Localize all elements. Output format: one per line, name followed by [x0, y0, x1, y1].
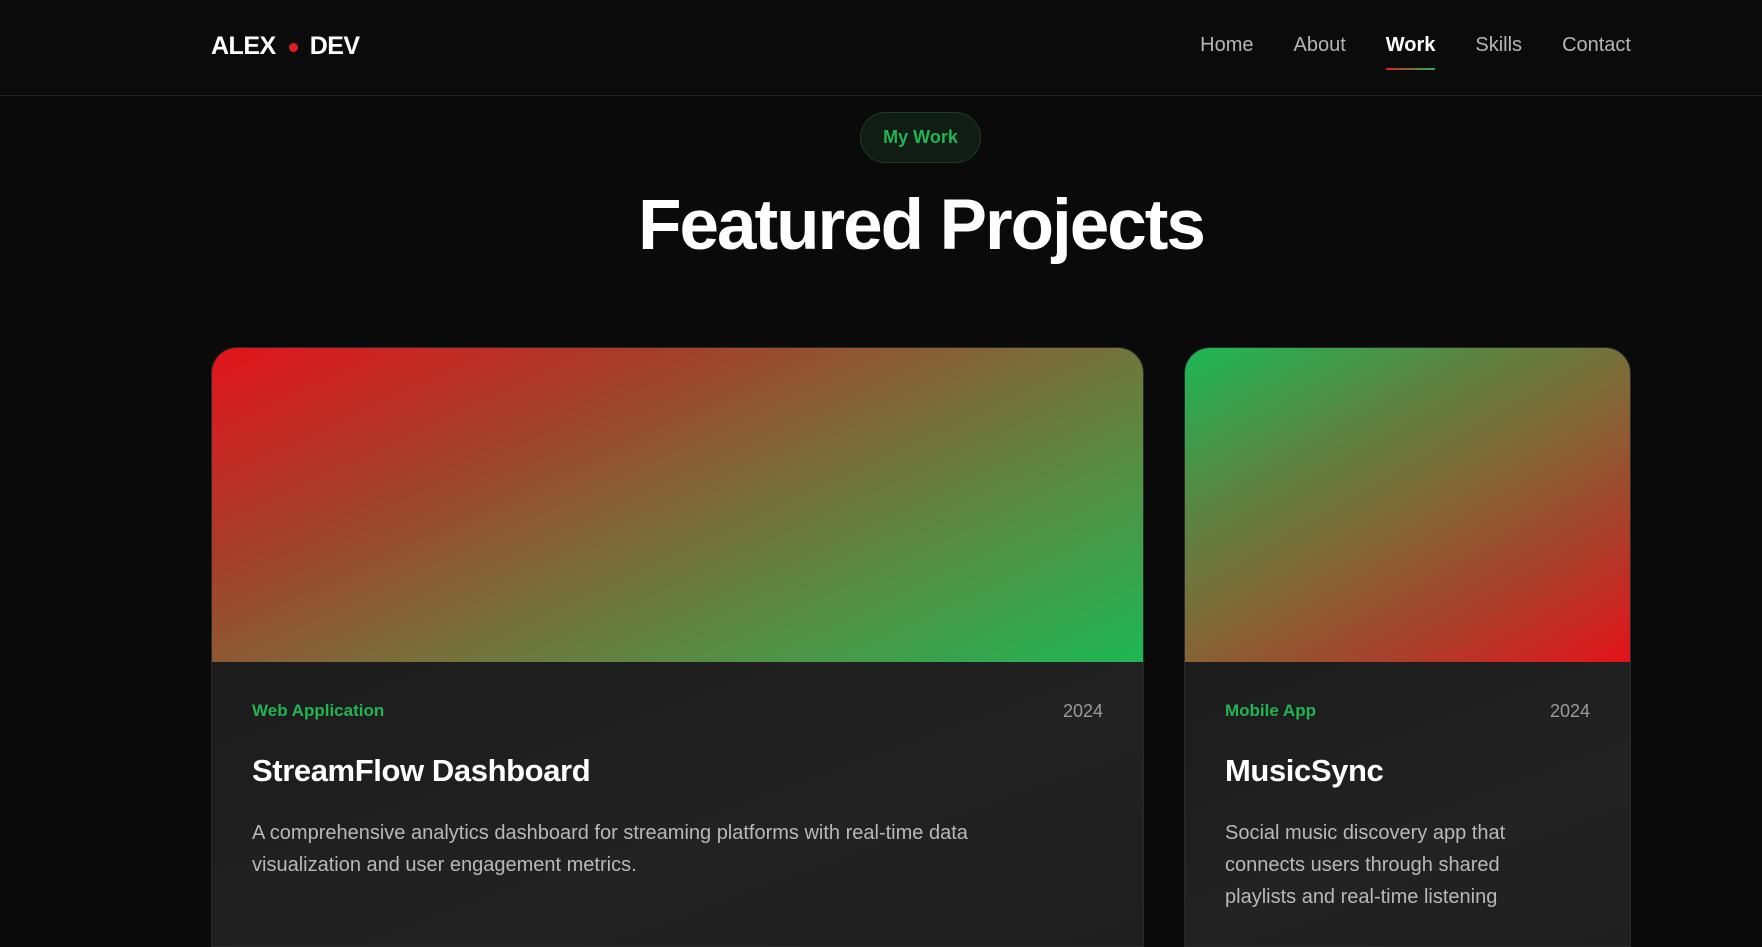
project-year: 2024: [1062, 701, 1103, 721]
logo-text-left: ALEX: [211, 32, 276, 60]
site-logo[interactable]: ALEX DEV: [211, 31, 360, 61]
project-card-streamflow[interactable]: Web Application 2024 StreamFlow Dashboar…: [211, 347, 1144, 947]
project-category: Mobile App: [1225, 701, 1316, 720]
section-title: Featured Projects: [638, 186, 1206, 265]
project-year: 2024: [1549, 701, 1590, 721]
nav-work-label: Work: [1385, 34, 1436, 56]
project-title: MusicSync: [1225, 753, 1384, 788]
project-thumbnail: [212, 348, 1143, 662]
project-description: A comprehensive analytics dashboard for …: [252, 822, 968, 876]
nav-skills[interactable]: Skills: [1475, 32, 1522, 58]
nav-about[interactable]: About: [1293, 32, 1345, 58]
project-thumbnail: [1185, 348, 1630, 662]
nav-work[interactable]: Work: [1385, 32, 1436, 70]
logo-text-right: DEV: [309, 32, 360, 60]
nav-active-underline: [1385, 68, 1436, 70]
main-nav: Home About Work Skills Contact: [1200, 32, 1631, 70]
nav-home[interactable]: Home: [1200, 32, 1253, 58]
site-header: ALEX DEV Home About Work Skills Contact: [0, 0, 1762, 96]
project-title: StreamFlow Dashboard: [252, 753, 591, 788]
logo-dot-icon: [288, 42, 298, 52]
section-badge: My Work: [860, 112, 981, 163]
project-description: Social music discovery app that connects…: [1225, 822, 1506, 908]
nav-contact[interactable]: Contact: [1562, 32, 1631, 58]
project-card-musicsync[interactable]: Mobile App 2024 MusicSync Social music d…: [1184, 347, 1631, 947]
project-category: Web Application: [252, 701, 385, 720]
